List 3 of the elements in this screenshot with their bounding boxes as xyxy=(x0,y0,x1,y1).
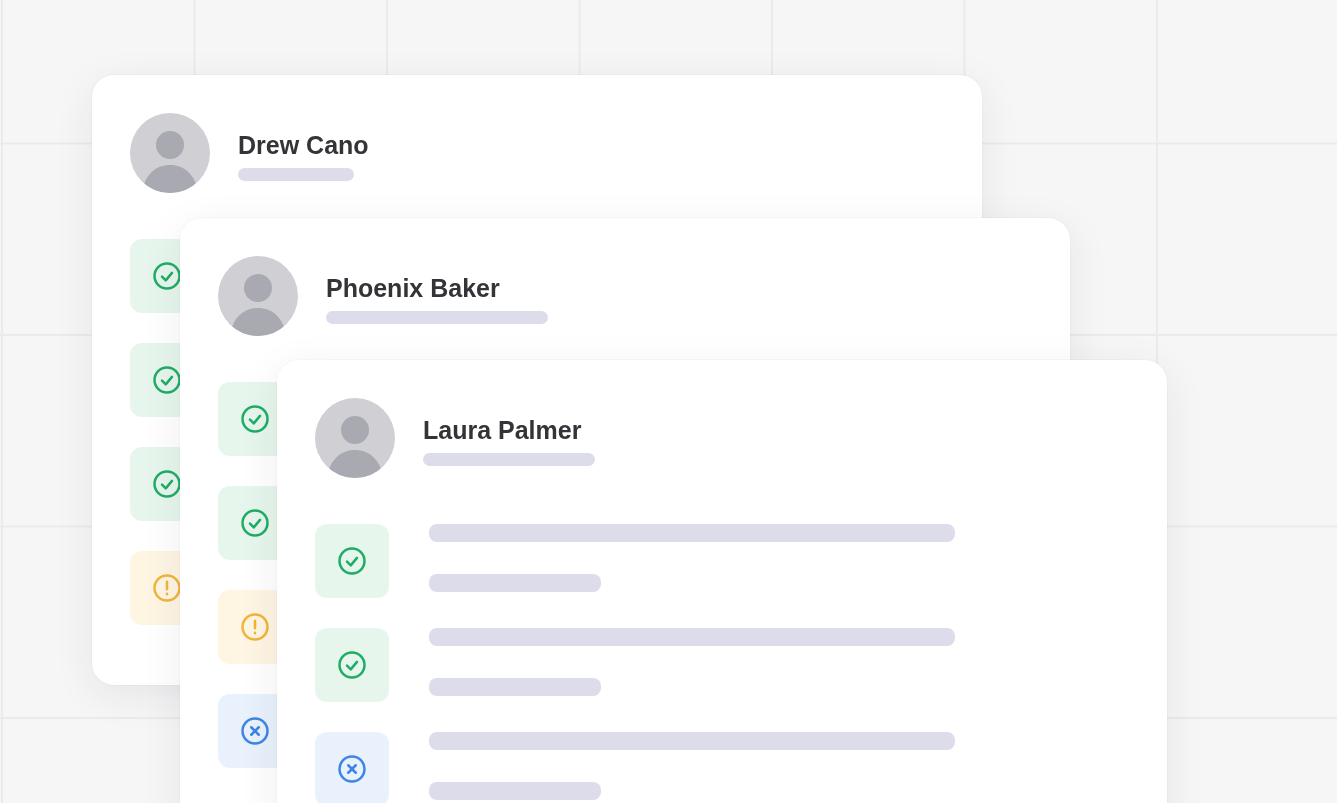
person-name: Drew Cano xyxy=(238,131,369,160)
person-name: Laura Palmer xyxy=(423,416,583,445)
person-name: Phoenix Baker xyxy=(326,274,501,303)
